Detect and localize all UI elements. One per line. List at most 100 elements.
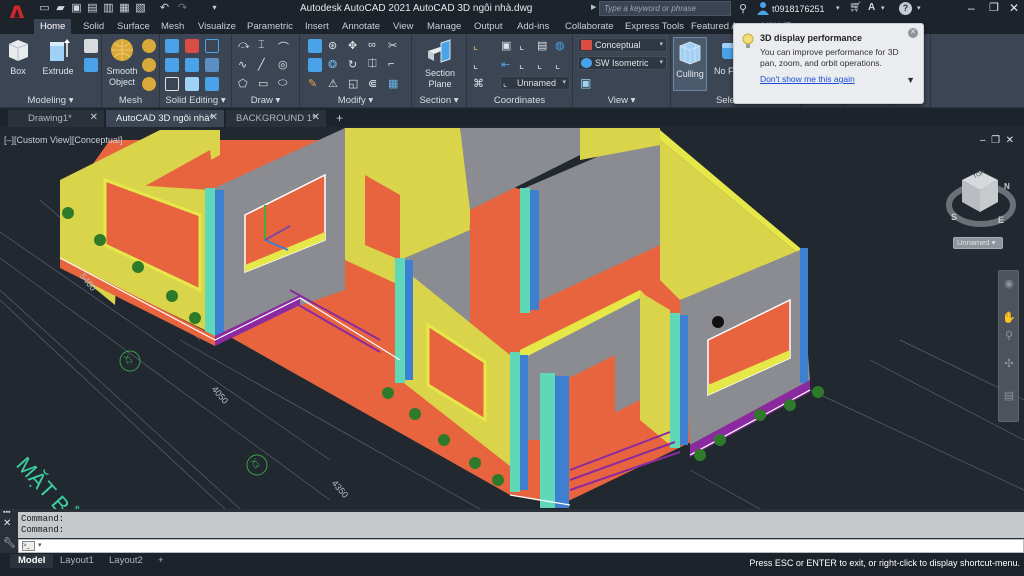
search-input[interactable]: Type a keyword or phrase <box>599 1 731 16</box>
restore-button[interactable]: ❐ <box>989 1 999 14</box>
spline-icon[interactable]: ∿ <box>238 58 252 72</box>
compass-s[interactable]: S <box>951 212 957 222</box>
ucs-properties-icon[interactable]: ⌘ <box>473 77 487 91</box>
circle-icon[interactable]: ◎ <box>278 58 292 72</box>
doc-tab-background[interactable]: BACKGROUND 1* ✕ <box>226 110 326 127</box>
open-icon[interactable]: ▰ <box>54 2 67 14</box>
tab-insert[interactable]: Insert <box>299 19 335 34</box>
undo-icon[interactable]: ↶ <box>158 2 171 14</box>
polyline-icon[interactable]: ⤼ <box>238 39 252 53</box>
customize-icon[interactable]: ▾ <box>208 2 221 14</box>
help-chevron-icon[interactable]: ▾ <box>917 4 921 12</box>
layout-tab-layout1[interactable]: Layout1 <box>52 554 102 568</box>
culling-button[interactable]: Culling <box>673 37 707 91</box>
a360-chevron-icon[interactable]: ▾ <box>881 4 885 12</box>
tab-add-ins[interactable]: Add-ins <box>511 19 555 34</box>
user-icon[interactable] <box>757 1 769 15</box>
smooth-less-icon[interactable] <box>142 58 156 72</box>
subtract-icon[interactable] <box>185 39 199 53</box>
view-direction-select[interactable]: SW Isometric ▾ <box>578 56 667 70</box>
panel-title-view[interactable]: View ▾ <box>573 94 670 108</box>
new-icon[interactable]: ▭ <box>38 2 51 14</box>
tab-solid[interactable]: Solid <box>77 19 110 34</box>
explode-icon[interactable]: ⚠ <box>328 77 342 91</box>
plot-preview-icon[interactable]: ▥ <box>102 2 115 14</box>
ucs-named-select[interactable]: ⌞ Unnamed ▾ <box>500 76 570 90</box>
cart-icon[interactable]: 🛒︎ <box>849 2 862 13</box>
smooth-object-button[interactable]: Smooth Object <box>104 37 140 88</box>
helix-icon[interactable]: ⌶ <box>258 39 272 53</box>
trim-icon[interactable]: ✂ <box>388 39 402 53</box>
doc-tab-3d-house[interactable]: AutoCAD 3D ngôi nhà* ✕ <box>106 110 224 127</box>
viewport-window-controls[interactable]: – ❐ ✕ <box>980 135 1014 146</box>
arc-icon[interactable]: ⌒ <box>278 39 292 54</box>
add-layout-button[interactable]: + <box>150 554 172 568</box>
slice-icon[interactable] <box>185 58 199 72</box>
share-icon[interactable]: ▦ <box>118 2 131 14</box>
scale-icon[interactable]: ◱ <box>348 77 362 91</box>
offset-icon[interactable]: ⋐ <box>368 77 382 91</box>
polysolid-icon[interactable] <box>84 39 98 53</box>
fillet-icon[interactable]: ⌐ <box>388 58 402 72</box>
intersect-icon[interactable] <box>165 58 179 72</box>
tab-mesh[interactable]: Mesh <box>155 19 190 34</box>
new-tab-button[interactable]: + <box>336 111 343 125</box>
expand-down-icon[interactable]: ▼ <box>906 75 915 85</box>
ucs-menu-unnamed[interactable]: Unnamed ▾ <box>953 237 1003 249</box>
recent-commands-chevron-icon[interactable]: ▾ <box>38 541 42 549</box>
panel-title-coordinates[interactable]: Coordinates <box>467 94 572 108</box>
3d-array-icon[interactable]: ❂ <box>328 58 342 72</box>
tab-view[interactable]: View <box>387 19 419 34</box>
tab-parametric[interactable]: Parametric <box>241 19 299 34</box>
ucs-previous-icon[interactable]: ⇤ <box>501 58 515 72</box>
close-icon[interactable]: ✕ <box>312 112 320 123</box>
ucs-icon[interactable]: ⌞ <box>473 39 487 53</box>
doc-tab-drawing1[interactable]: Drawing1* ✕ <box>8 110 104 127</box>
solid-edit-icon[interactable] <box>205 39 219 53</box>
viewport-controls-label[interactable]: [–][Custom View][Conceptual] <box>4 135 122 145</box>
help-icon[interactable]: ? <box>899 2 912 15</box>
user-name[interactable]: t0918176251 <box>772 4 825 14</box>
panel-title-modeling[interactable]: Modeling ▾ <box>0 94 101 108</box>
ellipse-icon[interactable]: ⬭ <box>278 77 292 91</box>
separate-icon[interactable] <box>205 77 219 91</box>
move-icon[interactable]: ✥ <box>348 39 362 53</box>
save-icon[interactable]: ▣ <box>70 2 83 14</box>
ucs-origin-icon[interactable]: ⌞ <box>519 39 533 53</box>
search-expand-icon[interactable]: ▶ <box>591 3 596 11</box>
ucs-view-icon[interactable]: ▣ <box>501 39 515 53</box>
stretch-icon[interactable]: ⎅ <box>368 58 382 72</box>
search-icon[interactable]: ⚲ <box>739 2 747 15</box>
thicken-icon[interactable] <box>185 77 199 91</box>
close-icon[interactable]: ✕ <box>210 112 218 123</box>
tab-manage[interactable]: Manage <box>421 19 467 34</box>
line-icon[interactable]: ╱ <box>258 58 272 72</box>
redo-icon[interactable]: ↷ <box>176 2 189 14</box>
ucs-x-icon[interactable]: ⌞ <box>519 58 533 72</box>
close-icon[interactable]: ✕ <box>908 28 918 38</box>
pan-icon[interactable]: ✋ <box>1002 311 1016 325</box>
panel-title-mesh[interactable]: Mesh <box>102 94 159 108</box>
zoom-extents-icon[interactable]: ⚲ <box>1002 329 1016 343</box>
tab-annotate[interactable]: Annotate <box>336 19 386 34</box>
ucs-icon-toggle[interactable]: ⌞ <box>473 58 487 72</box>
smooth-more-icon[interactable] <box>142 39 156 53</box>
tab-express-tools[interactable]: Express Tools <box>619 19 690 34</box>
showmotion-icon[interactable]: ▤ <box>1002 389 1016 403</box>
union-icon[interactable] <box>165 39 179 53</box>
panel-title-solid-editing[interactable]: Solid Editing ▾ <box>160 94 231 108</box>
close-command-line-icon[interactable]: ✕ <box>3 518 11 529</box>
viewport-config-icon[interactable]: ▣ <box>580 76 594 90</box>
array-icon[interactable]: ▦ <box>388 77 402 91</box>
interfere-icon[interactable] <box>165 77 179 91</box>
rotate-3d-icon[interactable]: ⊛ <box>328 39 342 53</box>
autodesk-a360-icon[interactable]: A <box>868 2 875 13</box>
compass-n[interactable]: N <box>1004 182 1010 191</box>
tab-collaborate[interactable]: Collaborate <box>559 19 620 34</box>
box-button[interactable]: Box <box>4 37 32 77</box>
grip-handle-icon[interactable]: ▪▪▪ <box>3 509 10 516</box>
orbit-icon[interactable]: ✣ <box>1002 357 1016 371</box>
layout-tab-model[interactable]: Model <box>10 554 54 568</box>
save-as-icon[interactable]: ▤ <box>86 2 99 14</box>
close-button[interactable]: ✕ <box>1009 1 1019 15</box>
